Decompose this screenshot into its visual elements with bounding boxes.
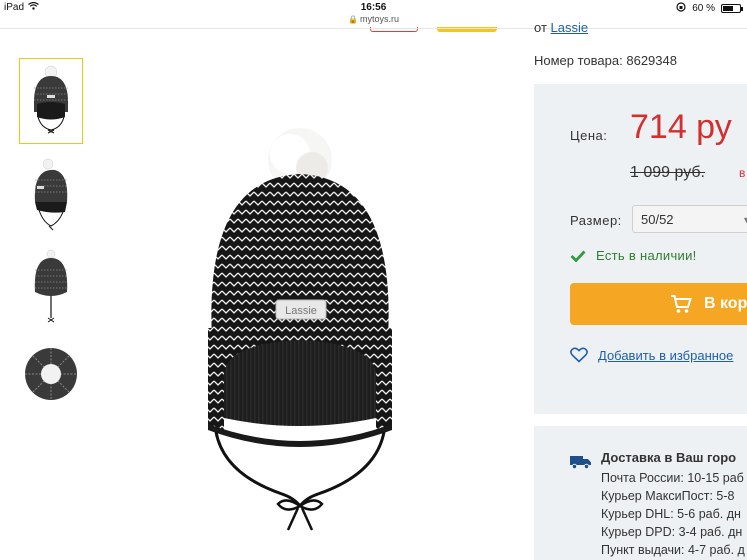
sku-label: Номер товара: xyxy=(534,53,623,68)
stock-status: Есть в наличии! xyxy=(570,248,697,263)
url-text: mytoys.ru xyxy=(359,14,399,24)
delivery-option: Курьер DPD: 3-4 раб. дн xyxy=(601,525,743,539)
stock-text: Есть в наличии! xyxy=(596,248,697,263)
add-to-cart-button[interactable]: В кор xyxy=(570,283,747,325)
delivery-option: Курьер DHL: 5-6 раб. дн xyxy=(601,507,741,521)
lock-icon: 🔒 xyxy=(348,15,358,24)
brand-line: от Lassie xyxy=(534,20,588,35)
address-bar[interactable]: 🔒 mytoys.ru xyxy=(0,14,747,28)
thumbnail-top[interactable] xyxy=(19,330,83,416)
price-label: Цена: xyxy=(570,128,608,143)
delivery-panel: Доставка в Ваш горо Почта России: 10-15 … xyxy=(534,426,747,560)
brand-link[interactable]: Lassie xyxy=(551,20,589,35)
sku-line: Номер товара: 8629348 xyxy=(534,53,677,68)
delivery-options: Почта России: 10-15 раб Курьер МаксиПост… xyxy=(601,469,745,559)
cart-icon xyxy=(671,295,692,313)
brand-prefix: от xyxy=(534,20,547,35)
hat-top-thumb-image xyxy=(25,348,77,400)
hat-brand-label: Lassie xyxy=(285,305,317,317)
chevron-down-icon: ▼ xyxy=(742,215,747,225)
clock: 16:56 xyxy=(360,2,387,13)
hat-side-thumb-image xyxy=(34,158,68,231)
size-label: Размер: xyxy=(570,213,622,228)
heart-icon xyxy=(570,347,588,363)
sku-value: 8629348 xyxy=(626,53,677,68)
header-divider xyxy=(0,28,747,29)
checkmark-icon xyxy=(570,250,586,262)
size-select[interactable]: 50/52 ▼ xyxy=(632,205,747,233)
cart-button-label: В кор xyxy=(704,295,747,312)
thumbnail-front[interactable] xyxy=(19,58,83,144)
current-price: 714 ру xyxy=(630,108,732,146)
product-main-image: Lassie xyxy=(208,128,392,531)
status-bar: iPad 16:56 60 % xyxy=(0,0,747,14)
delivery-option: Почта России: 10-15 раб xyxy=(601,471,744,485)
thumbnail-back[interactable] xyxy=(19,244,83,330)
delivery-option: Пункт выдачи: 4-7 раб. д xyxy=(601,543,745,557)
size-selected-value: 50/52 xyxy=(641,212,674,227)
battery-percent: 60 % xyxy=(692,3,715,14)
delivery-option: Курьер МаксиПост: 5-8 xyxy=(601,489,735,503)
truck-icon xyxy=(570,456,591,470)
hat-front-thumb-image xyxy=(33,65,69,134)
add-to-favorites-link[interactable]: Добавить в избранное xyxy=(570,347,733,363)
delivery-title: Доставка в Ваш горо xyxy=(601,450,737,465)
price-panel: Цена: 714 ру 1 099 руб. в Размер: 50/52 … xyxy=(534,84,747,414)
thumbnail-side[interactable] xyxy=(19,152,83,238)
old-price: 1 099 руб. xyxy=(630,164,705,181)
hat-back-thumb-image xyxy=(34,249,68,323)
favorites-label: Добавить в избранное xyxy=(598,347,734,363)
battery-icon xyxy=(721,4,743,13)
discount-badge: в xyxy=(739,166,746,180)
